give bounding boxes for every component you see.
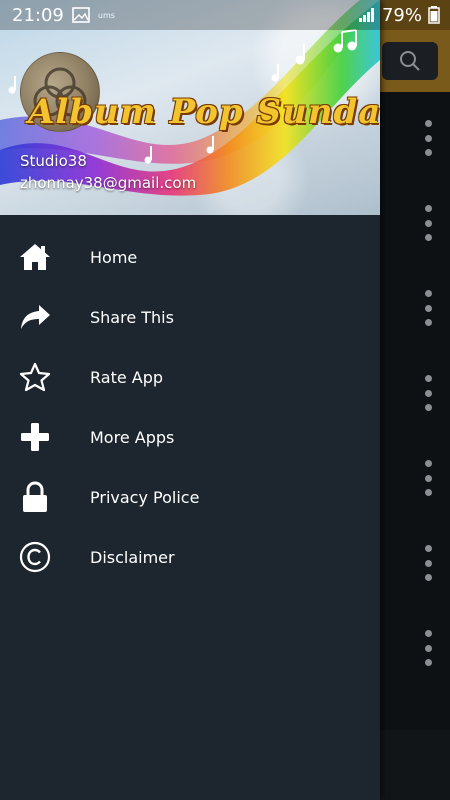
more-options-icon[interactable] bbox=[424, 460, 432, 496]
share-icon bbox=[18, 300, 52, 334]
menu-item-privacy[interactable]: Privacy Police bbox=[0, 467, 380, 527]
battery-icon bbox=[428, 6, 440, 24]
notification-tag: ums bbox=[97, 10, 115, 20]
menu-label-home: Home bbox=[90, 247, 138, 267]
menu-item-more-apps[interactable]: More Apps bbox=[0, 407, 380, 467]
profile-email: zhonnay38@gmail.com bbox=[20, 174, 197, 192]
home-icon bbox=[18, 240, 52, 274]
status-bar: 21:09 ums 79% bbox=[0, 0, 450, 30]
app-title: Album Pop Sunda bbox=[28, 92, 380, 132]
search-button[interactable] bbox=[382, 42, 438, 80]
drawer-header: Album Pop Sunda Studio38 zhonnay38@gmail… bbox=[0, 0, 380, 215]
copyright-icon bbox=[18, 540, 52, 574]
menu-label-disclaimer: Disclaimer bbox=[90, 547, 175, 567]
menu-label-share: Share This bbox=[90, 307, 174, 327]
star-icon bbox=[18, 360, 52, 394]
plus-icon bbox=[18, 420, 52, 454]
more-options-icon[interactable] bbox=[424, 205, 432, 241]
signal-icon bbox=[358, 8, 374, 22]
menu-item-home[interactable]: Home bbox=[0, 227, 380, 287]
menu-item-rate[interactable]: Rate App bbox=[0, 347, 380, 407]
lock-icon bbox=[18, 480, 52, 514]
profile-name: Studio38 bbox=[20, 152, 87, 170]
more-options-icon[interactable] bbox=[424, 375, 432, 411]
search-icon bbox=[400, 51, 420, 71]
more-options-icon[interactable] bbox=[424, 290, 432, 326]
menu-item-share[interactable]: Share This bbox=[0, 287, 380, 347]
battery-percent: 79% bbox=[381, 4, 422, 26]
more-options-icon[interactable] bbox=[424, 545, 432, 581]
background-footer bbox=[380, 730, 450, 800]
menu-item-disclaimer[interactable]: Disclaimer bbox=[0, 527, 380, 587]
menu-label-rate: Rate App bbox=[90, 367, 164, 387]
navigation-drawer: Album Pop Sunda Studio38 zhonnay38@gmail… bbox=[0, 0, 380, 800]
more-options-icon[interactable] bbox=[424, 630, 432, 666]
menu-label-privacy: Privacy Police bbox=[90, 487, 200, 507]
drawer-menu: Home Share This Rate App More Apps Priva… bbox=[0, 227, 380, 587]
status-time: 21:09 bbox=[12, 4, 64, 26]
image-notification-icon bbox=[72, 7, 90, 23]
menu-label-more-apps: More Apps bbox=[90, 427, 175, 447]
more-options-icon[interactable] bbox=[424, 120, 432, 156]
background-list bbox=[380, 92, 450, 800]
